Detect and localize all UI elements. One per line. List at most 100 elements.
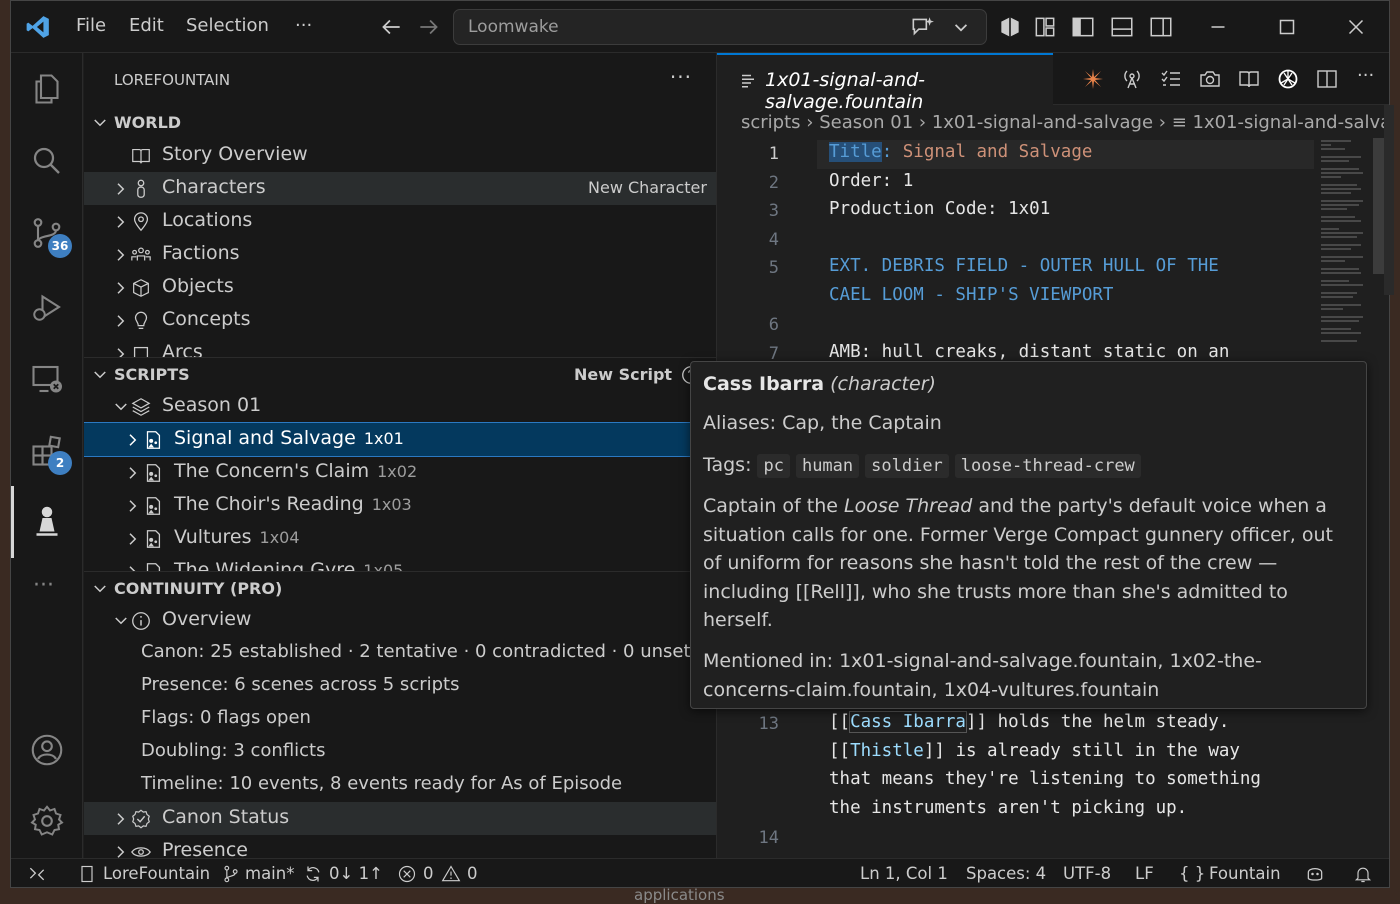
remote-explorer-icon[interactable] (29, 361, 65, 397)
end-of-line[interactable]: LF (1135, 864, 1154, 883)
encoding[interactable]: UTF-8 (1063, 864, 1111, 883)
toggle-panel-icon[interactable] (1109, 14, 1135, 40)
continuity-section-header[interactable]: CONTINUITY (PRO) (84, 571, 716, 604)
language-mode[interactable]: Fountain (1209, 864, 1281, 883)
remote-indicator-icon[interactable] (27, 864, 47, 884)
script-item-1x04[interactable]: Vultures 1x04 (84, 522, 716, 555)
broadcast-icon[interactable] (1120, 67, 1144, 91)
explorer-files-icon[interactable] (29, 71, 65, 107)
code-line-3[interactable]: Production Code: 1x01 (829, 199, 1050, 219)
canon-status-item[interactable]: Canon Status (84, 802, 716, 835)
account-icon[interactable] (29, 732, 65, 768)
code-line-1[interactable]: Title: Signal and Salvage (829, 142, 1092, 162)
script-file-icon (146, 497, 161, 515)
continuity-overview[interactable]: Overview (84, 604, 716, 637)
code-line-2[interactable]: Order: 1 (829, 171, 913, 191)
presence-item[interactable]: Presence (84, 835, 716, 858)
world-item-characters[interactable]: Characters New Character (84, 172, 716, 205)
chevron-down-icon[interactable] (948, 14, 974, 40)
tab-1x01-signal-and-salvage[interactable]: 1x01-signal-and-salvage.fountain (717, 53, 1053, 113)
hover-aliases: Aliases: Cap, the Captain (703, 412, 942, 434)
chevron-down-icon (115, 617, 127, 625)
sync-status[interactable]: 0↓ 1↑ (329, 864, 383, 883)
world-item-objects[interactable]: Objects (84, 271, 716, 304)
split-editor-icon[interactable] (1315, 67, 1339, 91)
toggle-secondary-sidebar-icon[interactable] (1148, 14, 1174, 40)
toggle-primary-sidebar-icon[interactable] (1070, 14, 1096, 40)
settings-gear-icon[interactable] (29, 803, 65, 839)
script-item-1x05[interactable]: The Widening Gyre 1x05 (84, 555, 716, 571)
breadcrumb-folder[interactable]: 1x01-signal-and-salvage (932, 112, 1153, 133)
season-01-item[interactable]: Season 01 (84, 390, 716, 423)
code-line-13b[interactable]: [[Thistle]] is already still in the way (829, 741, 1240, 761)
more-views-icon[interactable]: ··· (33, 573, 54, 598)
checklist-icon[interactable] (1159, 67, 1183, 91)
script-item-1x01[interactable]: Signal and Salvage 1x01 (84, 422, 716, 457)
forward-arrow-icon[interactable] (416, 14, 442, 40)
layers-icon (131, 398, 151, 416)
code-line-13c[interactable]: that means they're listening to somethin… (829, 769, 1261, 789)
command-center-search[interactable]: Loomwake (453, 9, 987, 45)
breadcrumb-season[interactable]: Season 01 (819, 112, 913, 133)
search-icon[interactable] (29, 143, 65, 179)
copilot-chat-icon[interactable] (909, 14, 935, 40)
preview-book-icon[interactable] (1237, 67, 1261, 91)
copilot-status-icon[interactable] (1305, 864, 1325, 884)
openai-icon[interactable] (1276, 67, 1300, 91)
chevron-down-icon (94, 119, 106, 127)
editor-more-actions-icon[interactable]: ··· (1357, 65, 1374, 86)
presence-label: Presence (162, 839, 248, 858)
presence-summary: Presence: 6 scenes across 5 scripts (141, 674, 460, 695)
copilot-icon[interactable] (997, 14, 1023, 40)
workspace-name[interactable]: LoreFountain (103, 864, 210, 883)
menu-file[interactable]: File (76, 15, 106, 36)
minimize-icon[interactable] (1205, 14, 1231, 40)
layout-grid-icon[interactable] (1032, 14, 1058, 40)
world-item-factions[interactable]: Factions (84, 238, 716, 271)
new-character-button[interactable]: New Character (588, 178, 707, 197)
arc-icon (133, 346, 149, 357)
claude-icon[interactable] (1081, 67, 1105, 91)
error-count[interactable]: 0 (423, 864, 434, 883)
breadcrumb-scripts[interactable]: scripts (741, 112, 801, 133)
git-branch[interactable]: main* (245, 864, 294, 883)
world-item-arcs[interactable]: Arcs (84, 337, 716, 357)
back-arrow-icon[interactable] (378, 14, 404, 40)
notifications-bell-icon[interactable] (1353, 864, 1373, 884)
new-script-button[interactable]: New Script (574, 365, 672, 384)
location-pin-icon (133, 212, 149, 232)
code-line-5a[interactable]: EXT. DEBRIS FIELD - OUTER HULL OF THE (829, 256, 1219, 276)
camera-icon[interactable] (1198, 67, 1222, 91)
breadcrumb: scripts › Season 01 › 1x01-signal-and-sa… (741, 112, 1390, 133)
git-branch-icon (224, 865, 238, 883)
world-item-concepts[interactable]: Concepts (84, 304, 716, 337)
warning-count[interactable]: 0 (467, 864, 478, 883)
sidebar-more-button[interactable]: ··· (670, 65, 692, 89)
menu-edit[interactable]: Edit (129, 15, 164, 36)
maximize-icon[interactable] (1274, 14, 1300, 40)
lorefountain-icon[interactable] (29, 503, 65, 539)
world-item-story-overview[interactable]: Story Overview (84, 139, 716, 172)
code-line-7[interactable]: AMB: hull creaks, distant static on an (829, 342, 1229, 362)
code-line-13d[interactable]: the instruments aren't picking up. (829, 798, 1187, 818)
vscode-logo-icon[interactable] (25, 14, 51, 40)
close-icon[interactable] (1343, 14, 1369, 40)
minimap[interactable] (1321, 138, 1365, 350)
menu-selection[interactable]: Selection (186, 15, 269, 36)
breadcrumb-file[interactable]: 1x01-signal-and-salvage.fountain (1193, 112, 1390, 133)
code-line-5b[interactable]: CAEL LOOM - SHIP'S VIEWPORT (829, 285, 1113, 305)
menu-more[interactable]: ··· (295, 15, 312, 36)
script-item-1x02[interactable]: The Concern's Claim 1x02 (84, 456, 716, 489)
world-item-locations[interactable]: Locations (84, 205, 716, 238)
character-link[interactable]: Cass Ibarra (849, 711, 967, 733)
character-link[interactable]: Thistle (850, 741, 924, 761)
cursor-position[interactable]: Ln 1, Col 1 (860, 864, 948, 883)
script-item-1x03[interactable]: The Choir's Reading 1x03 (84, 489, 716, 522)
world-section-header[interactable]: WORLD (84, 106, 716, 139)
code-line-13a[interactable]: [[Cass Ibarra]] holds the helm steady. (829, 711, 1229, 733)
overview-label: Overview (162, 608, 252, 630)
indentation[interactable]: Spaces: 4 (966, 864, 1046, 883)
run-debug-icon[interactable] (29, 289, 65, 325)
continuity-header-label: CONTINUITY (PRO) (114, 579, 283, 598)
scripts-section-header[interactable]: SCRIPTS New Script (84, 357, 716, 390)
